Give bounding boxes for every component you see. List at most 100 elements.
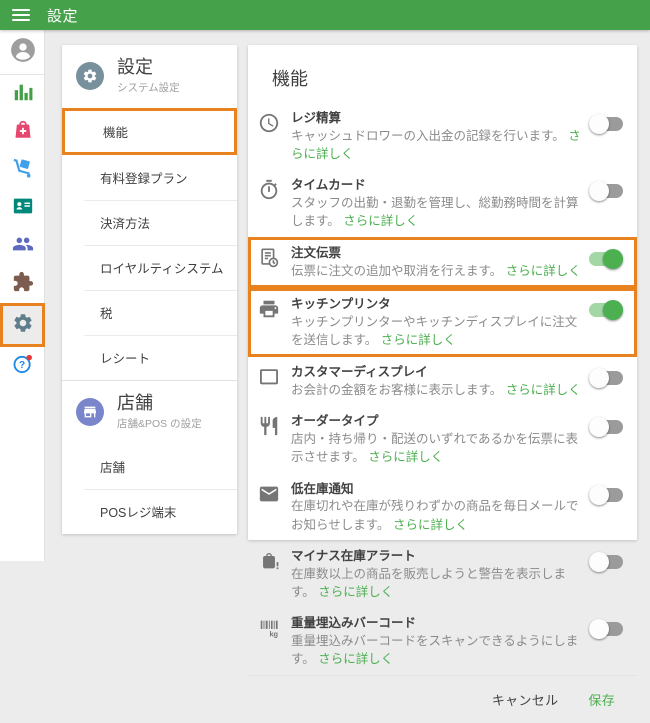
save-button[interactable]: 保存	[588, 690, 615, 709]
store-menu-item[interactable]: 店舗	[62, 444, 237, 489]
feature-toggle[interactable]	[589, 368, 623, 389]
feature-rows: レジ精算 キャッシュドロワーの入出金の記録を行います。 さらに詳しく タイムカードス…	[248, 103, 637, 675]
settings-title: 設定	[117, 57, 153, 77]
store-menu: 店舗 POSレジ端末	[62, 444, 237, 534]
avatar-icon	[10, 37, 36, 68]
sidebar-item-inventory[interactable]	[0, 151, 45, 189]
learn-more-link[interactable]: さらに詳しく	[368, 450, 443, 464]
cancel-button[interactable]: キャンセル	[492, 690, 559, 709]
svg-text:?: ?	[19, 360, 25, 371]
feature-text: オーダータイプ 店内・持ち帰り・配送のいずれであるかを伝票に表示させます。 さらに…	[291, 413, 589, 466]
printer-icon	[258, 298, 280, 320]
store-subtitle: 店舗&POS の設定	[117, 417, 202, 430]
feature-toggle[interactable]	[589, 484, 623, 505]
menu-icon[interactable]	[12, 9, 30, 21]
sidebar: ?	[0, 30, 45, 561]
store-menu-item[interactable]: POSレジ端末	[62, 488, 237, 534]
main-content: 設定 システム設定 機能 有料登録プラン 決済方法 ロイヤルティシステム税レシート 店…	[45, 30, 650, 708]
sidebar-item-account[interactable]	[0, 30, 45, 74]
settings-menu: 機能 有料登録プラン 決済方法 ロイヤルティシステム税レシート	[62, 107, 237, 380]
learn-more-link[interactable]: さらに詳しく	[318, 652, 393, 666]
toggle-knob	[589, 181, 609, 202]
sidebar-item-employees[interactable]	[0, 189, 45, 227]
feature-toggle[interactable]	[589, 249, 623, 270]
feature-text: タイムカード スタッフの出勤・退勤を管理し、総勤務時間を計算します。 さらに詳しく	[291, 177, 589, 230]
feature-description: 在庫切れや在庫が残りわずかの商品を毎日メールでお知らせします。 さらに詳しく	[291, 497, 581, 533]
display-icon	[258, 366, 280, 388]
sidebar-item-reports[interactable]	[0, 75, 45, 113]
feature-toggle[interactable]	[589, 181, 623, 202]
store-circle-icon	[76, 398, 104, 427]
learn-more-link[interactable]: さらに詳しく	[343, 214, 418, 228]
feature-description-text: 伝票に注文の追加や取消を行えます。	[291, 264, 506, 279]
page-title: 設定	[47, 7, 79, 25]
feature-title: キッチンプリンタ	[291, 297, 391, 312]
settings-menu-item[interactable]: 決済方法	[62, 199, 237, 245]
store-section-header: 店舗 店舗&POS の設定	[62, 379, 237, 444]
learn-more-link[interactable]: さらに詳しく	[506, 264, 581, 278]
feature-row: カスタマーディスプレイ お会計の金額をお客様に表示します。 さらに詳しく	[248, 357, 637, 406]
settings-menu-item[interactable]: レシート	[62, 334, 237, 380]
help-icon: ?	[12, 353, 34, 380]
puzzle-icon	[12, 271, 34, 298]
feature-text: キッチンプリンタ キッチンプリンターやキッチンディスプレイに注文を送信します。 さ…	[291, 296, 589, 349]
toggle-knob	[589, 114, 609, 134]
features-footer: キャンセル 保存	[248, 674, 637, 723]
envelope-icon	[258, 483, 280, 505]
learn-more-link[interactable]: さらに詳しく	[506, 383, 581, 397]
feature-title: レジ精算	[291, 111, 342, 125]
sidebar-item-items[interactable]	[0, 113, 45, 151]
feature-text: カスタマーディスプレイ お会計の金額をお客様に表示します。 さらに詳しく	[291, 364, 589, 399]
settings-menu-item[interactable]: 税	[62, 289, 237, 335]
gear-circle-icon	[76, 62, 104, 91]
feature-toggle[interactable]	[589, 618, 623, 639]
settings-menu-item[interactable]: ロイヤルティシステム	[62, 244, 237, 290]
bar-chart-icon	[12, 81, 34, 108]
settings-nav-panel: 設定 システム設定 機能 有料登録プラン 決済方法 ロイヤルティシステム税レシート 店…	[62, 45, 237, 534]
learn-more-link[interactable]: さらに詳しく	[393, 518, 468, 532]
feature-row: オーダータイプ 店内・持ち帰り・配送のいずれであるかを伝票に表示させます。 さらに…	[248, 406, 637, 473]
feature-title: 注文伝票	[291, 246, 342, 261]
toggle-knob	[589, 417, 609, 438]
feature-toggle[interactable]	[589, 114, 623, 134]
barcode-kg-icon: kg	[258, 617, 280, 639]
feature-text: レジ精算キャッシュドロワーの入出金の記録を行います。 さらに詳しく	[291, 110, 589, 163]
clock-icon	[258, 112, 280, 134]
feature-description: キッチンプリンターやキッチンディスプレイに注文を送信します。 さらに詳しく	[291, 313, 581, 349]
feature-row: タイムカード スタッフの出勤・退勤を管理し、総勤務時間を計算します。 さらに詳しく	[248, 170, 637, 237]
toggle-knob	[589, 484, 609, 505]
svg-text:kg: kg	[269, 629, 278, 638]
toggle-knob	[589, 368, 609, 389]
feature-text: マイナス在庫アラート 在庫数以上の商品を販売しようと警告を表示します。 さらに詳し…	[291, 548, 589, 601]
id-card-icon	[12, 195, 34, 222]
feature-description: 伝票に注文の追加や取消を行えます。 さらに詳しく	[291, 262, 581, 280]
settings-menu-item[interactable]: 機能	[62, 107, 237, 155]
feature-row: マイナス在庫アラート 在庫数以上の商品を販売しようと警告を表示します。 さらに詳し…	[248, 541, 637, 608]
app-bar: 設定	[0, 0, 650, 30]
toggle-knob	[589, 618, 609, 639]
feature-row: 注文伝票 伝票に注文の追加や取消を行えます。 さらに詳しく	[248, 237, 637, 289]
feature-description: スタッフの出勤・退勤を管理し、総勤務時間を計算します。 さらに詳しく	[291, 194, 581, 230]
learn-more-link[interactable]: さらに詳しく	[381, 333, 456, 347]
feature-toggle[interactable]	[589, 417, 623, 438]
toggle-knob	[589, 551, 609, 572]
sidebar-item-settings[interactable]	[0, 303, 45, 347]
feature-description: 店内・持ち帰り・配送のいずれであるかを伝票に表示させます。 さらに詳しく	[291, 430, 581, 466]
sidebar-item-help[interactable]: ?	[0, 347, 45, 385]
feature-description: お会計の金額をお客様に表示します。 さらに詳しく	[291, 381, 581, 399]
sidebar-item-apps[interactable]	[0, 265, 45, 303]
feature-toggle[interactable]	[589, 551, 623, 572]
feature-title: 重量埋込みバーコード	[291, 615, 417, 630]
sidebar-item-customers[interactable]	[0, 227, 45, 265]
settings-section-header: 設定 システム設定	[62, 45, 237, 108]
feature-title: 低在庫通知	[291, 481, 354, 496]
feature-title: マイナス在庫アラート	[291, 548, 416, 563]
settings-subtitle: システム設定	[117, 81, 180, 94]
feature-description-text: スタッフの出勤・退勤を管理し、総勤務時間を計算します。	[291, 196, 579, 229]
feature-title: タイムカード	[291, 178, 366, 193]
feature-toggle[interactable]	[589, 300, 623, 321]
learn-more-link[interactable]: さらに詳しく	[318, 585, 393, 599]
settings-menu-item[interactable]: 有料登録プラン	[62, 155, 237, 200]
feature-description: 重量埋込みバーコードをスキャンできるようにします。 さらに詳しく	[291, 632, 581, 668]
feature-description: キャッシュドロワーの入出金の記録を行います。 さらに詳しく	[291, 127, 581, 163]
